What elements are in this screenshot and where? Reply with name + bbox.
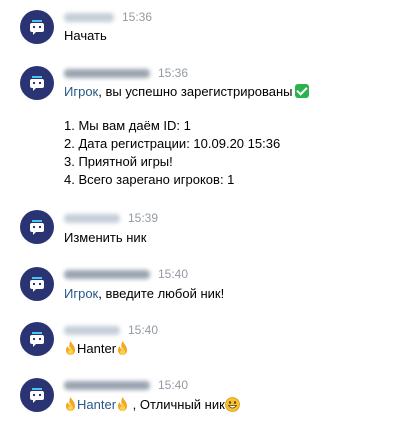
timestamp: 15:39 (128, 211, 159, 225)
bot-avatar-icon (30, 220, 44, 235)
bot-avatar-icon (30, 388, 44, 403)
check-mark-icon (295, 84, 310, 98)
message-header: 15:40 (64, 266, 188, 282)
avatar[interactable] (20, 267, 54, 301)
avatar[interactable] (20, 322, 54, 356)
message-line: 3. Приятной игры! (64, 154, 173, 169)
sender-name[interactable] (64, 12, 114, 22)
message-content: Hanter , Отличный ник (64, 396, 240, 413)
message-text: , Отличный ник (129, 397, 225, 412)
fire-icon (66, 341, 75, 355)
message-text: Изменить ник (64, 230, 147, 245)
sender-name[interactable] (64, 213, 120, 223)
message-text: , введите любой ник! (98, 286, 225, 301)
message-text: , вы успешно зарегистрированы (98, 84, 293, 99)
sender-name[interactable] (64, 68, 150, 78)
message-content: Hanter (64, 340, 129, 357)
message-line: 1. Мы вам даём ID: 1 (64, 118, 191, 133)
message-text: Начать (64, 28, 107, 43)
avatar[interactable] (20, 10, 54, 44)
timestamp: 15:36 (122, 10, 153, 24)
message-header: 15:40 (64, 377, 188, 393)
message-line: 4. Всего зарегано игроков: 1 (64, 172, 235, 187)
nickname-link[interactable]: Hanter (77, 397, 116, 412)
timestamp: 15:36 (158, 66, 189, 80)
nickname-text: Hanter (77, 341, 117, 356)
timestamp: 15:40 (158, 267, 189, 281)
message-header: 15:36 (64, 9, 152, 25)
user-mention-link[interactable]: Игрок (64, 286, 98, 301)
bot-avatar-icon (30, 277, 44, 292)
fire-icon (66, 397, 75, 411)
bot-avatar-icon (30, 20, 44, 35)
sender-name[interactable] (64, 269, 150, 279)
fire-icon (118, 397, 128, 411)
message-header: 15:40 (64, 322, 158, 338)
avatar[interactable] (20, 210, 54, 244)
message-line: 2. Дата регистрации: 10.09.20 15:36 (64, 136, 281, 151)
message-header: 15:36 (64, 65, 188, 81)
bot-avatar-icon (30, 332, 44, 347)
message-header: 15:39 (64, 210, 158, 226)
avatar[interactable] (20, 66, 54, 100)
message-first-line: Игрок, введите любой ник! (64, 285, 224, 302)
sender-name[interactable] (64, 380, 150, 390)
timestamp: 15:40 (158, 378, 189, 392)
avatar[interactable] (20, 378, 54, 412)
grinning-face-icon (224, 397, 240, 412)
message-first-line: Игрок, вы успешно зарегистрированы (64, 83, 310, 100)
fire-icon (118, 341, 128, 355)
sender-name[interactable] (64, 325, 120, 335)
timestamp: 15:40 (128, 323, 159, 337)
user-mention-link[interactable]: Игрок (64, 84, 98, 99)
bot-avatar-icon (30, 76, 44, 91)
